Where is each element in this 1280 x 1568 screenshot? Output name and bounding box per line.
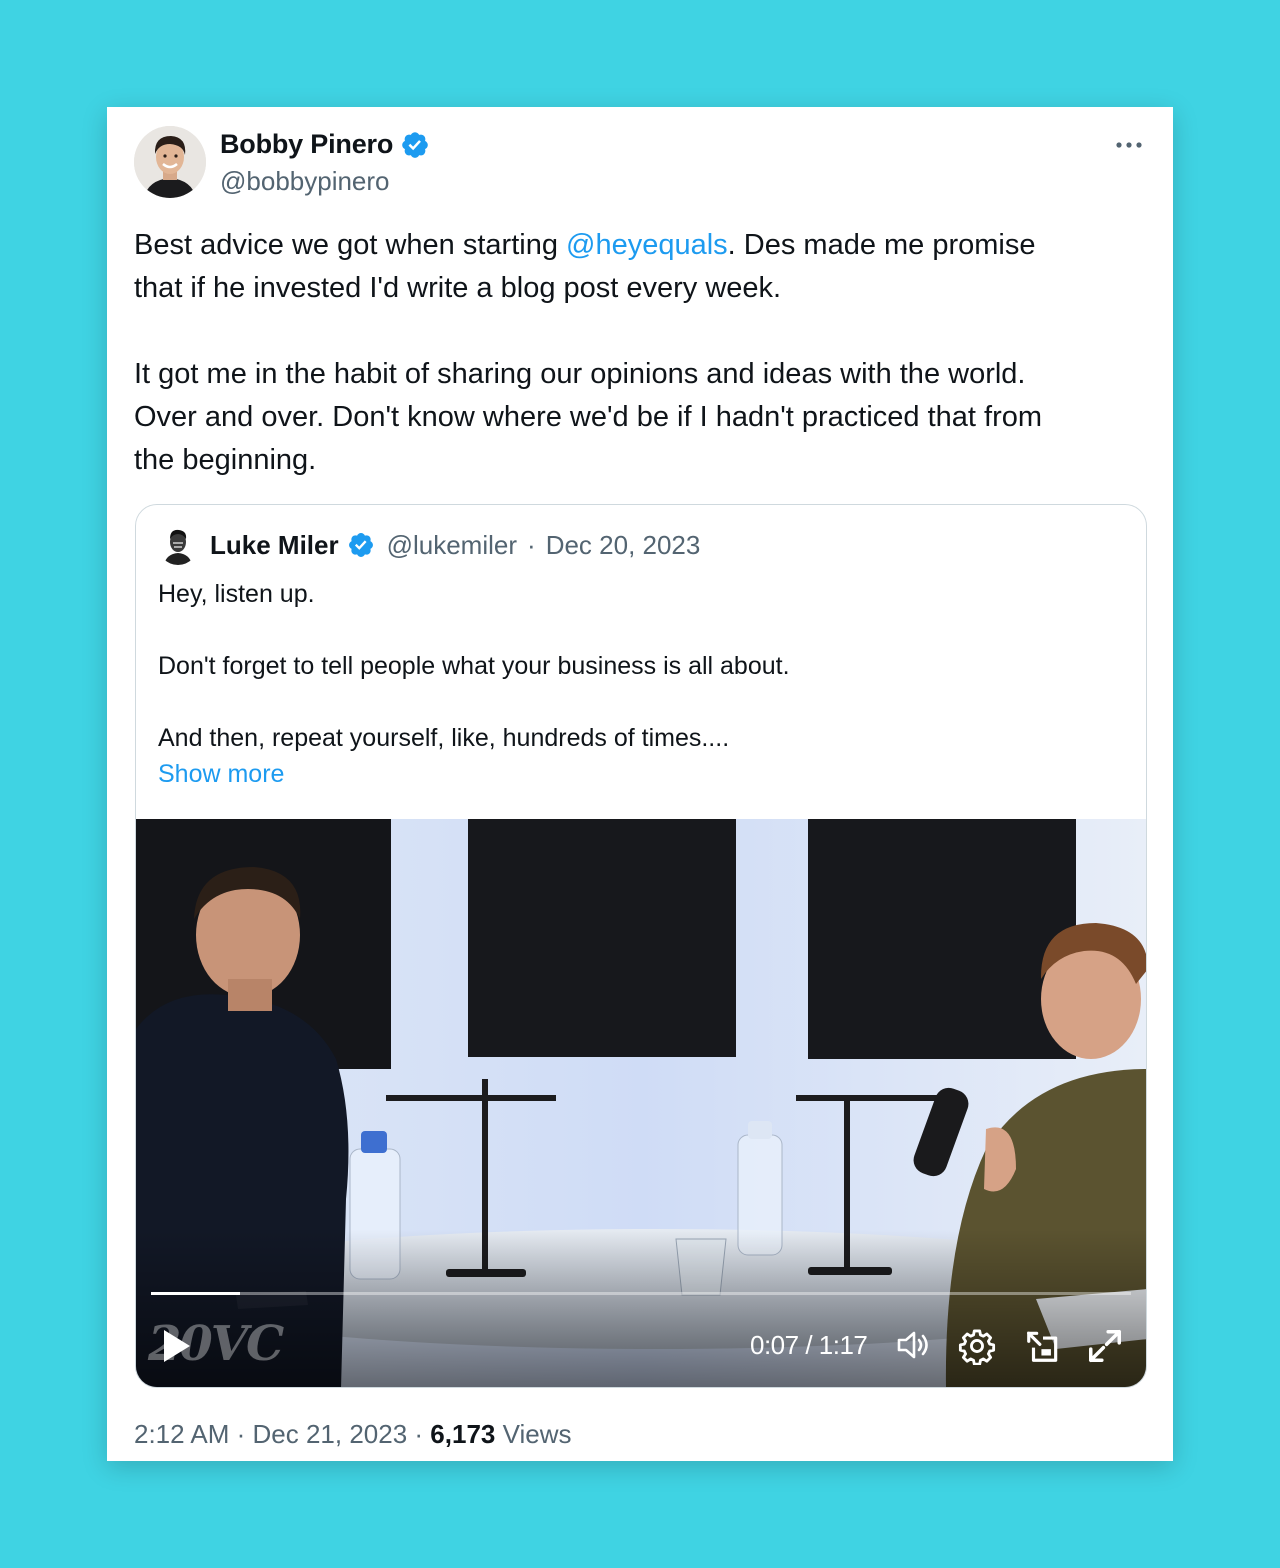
video-controls: 20VC 0:07 / 1:17 <box>136 1314 1146 1384</box>
video-progress-fill <box>151 1292 241 1295</box>
quoted-line: Don't forget to tell people what your bu… <box>158 652 790 680</box>
author-name[interactable]: Bobby Pinero <box>220 129 393 160</box>
tweet-line: Best advice we got when starting @heyequ… <box>134 224 1144 267</box>
tweet-line: the beginning. <box>134 444 317 476</box>
duration: 1:17 <box>818 1330 868 1360</box>
verified-badge-icon <box>402 131 428 158</box>
ellipsis-icon[interactable] <box>1112 131 1146 159</box>
pip-icon[interactable] <box>1024 1327 1062 1365</box>
fullscreen-icon[interactable] <box>1086 1327 1124 1365</box>
author-handle[interactable]: @bobbypinero <box>220 166 390 197</box>
meta-separator: · <box>527 529 536 560</box>
mention-link[interactable]: @heyequals <box>566 229 728 261</box>
current-time: 0:07 <box>750 1330 799 1360</box>
tweet-line: Over and over. Don't know where we'd be … <box>134 401 1043 433</box>
footer-separator: · <box>229 1419 253 1449</box>
verified-badge-icon <box>348 533 373 557</box>
time-separator: / <box>798 1330 819 1360</box>
tweet-footer: 2:12 AM · Dec 21, 2023 · 6,173 Views <box>134 1419 572 1450</box>
author-name-row[interactable]: Bobby Pinero <box>220 129 430 160</box>
tweet-time[interactable]: 2:12 AM <box>134 1419 229 1449</box>
tweet-card: Bobby Pinero @bobbypinero Best advice we… <box>107 107 1173 1461</box>
quoted-tweet-text: Hey, listen up. Don't forget to tell peo… <box>158 576 1118 792</box>
author-avatar[interactable] <box>134 126 206 198</box>
tweet-date[interactable]: Dec 21, 2023 <box>253 1419 408 1449</box>
tweet-text-segment: . Des made me promise <box>727 229 1036 261</box>
quoted-author-handle[interactable]: @lukemiler <box>387 530 517 561</box>
quoted-tweet-date[interactable]: Dec 20, 2023 <box>546 530 701 561</box>
quoted-author-avatar[interactable] <box>158 525 198 565</box>
show-more-link[interactable]: Show more <box>158 756 284 792</box>
tweet-text: Best advice we got when starting @heyequ… <box>134 224 1144 482</box>
views-count: 6,173 <box>430 1419 496 1449</box>
video-frame <box>136 819 1146 1387</box>
play-icon[interactable] <box>156 1324 196 1368</box>
views-label: Views <box>502 1419 572 1449</box>
settings-icon[interactable] <box>958 1327 996 1365</box>
quoted-author-name[interactable]: Luke Miler <box>210 530 339 561</box>
author-avatar-image <box>134 126 206 198</box>
quoted-tweet-header: Luke Miler @lukemiler · Dec 20, 2023 <box>158 525 700 565</box>
quoted-tweet[interactable]: Luke Miler @lukemiler · Dec 20, 2023 Hey… <box>135 504 1147 1388</box>
video-progress-bar[interactable] <box>151 1292 1131 1295</box>
quoted-line: And then, repeat yourself, like, hundred… <box>158 724 730 752</box>
quoted-author-avatar-image <box>158 525 198 565</box>
footer-separator: · <box>407 1419 431 1449</box>
tweet-text-segment: Best advice we got when starting <box>134 229 567 261</box>
volume-icon[interactable] <box>894 1327 934 1363</box>
tweet-line: that if he invested I'd write a blog pos… <box>134 272 782 304</box>
quoted-line: Hey, listen up. <box>158 580 315 608</box>
tweet-line: It got me in the habit of sharing our op… <box>134 358 1026 390</box>
video-time: 0:07 / 1:17 <box>750 1330 868 1361</box>
video-player[interactable]: 20VC 0:07 / 1:17 <box>136 819 1146 1387</box>
